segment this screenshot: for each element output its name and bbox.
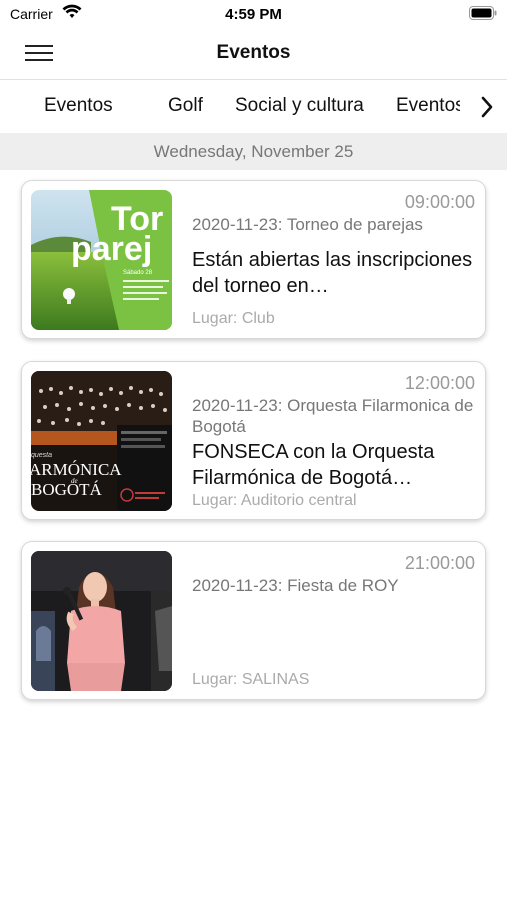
battery-icon — [469, 6, 497, 20]
svg-text:Sábado 28: Sábado 28 — [123, 270, 153, 276]
event-card[interactable]: Tor parej Sábado 28 09:00:00 2020-11-23:… — [21, 180, 486, 339]
event-thumbnail-golf: Tor parej Sábado 28 — [31, 190, 172, 330]
event-time: 12:00:00 — [404, 373, 475, 393]
status-bar: Carrier 4:59 PM — [0, 0, 507, 28]
tab-golf[interactable]: Golf — [168, 95, 203, 117]
event-location: Lugar: Club — [192, 310, 275, 327]
tab-eventos[interactable]: Eventos — [44, 95, 113, 117]
page-title: Eventos — [216, 42, 291, 63]
chevron-right-icon[interactable] — [479, 95, 495, 119]
event-thumbnail-orchestra: questa ARMÓNICA de BOGOTÁ — [31, 371, 172, 511]
status-time: 4:59 PM — [225, 6, 282, 23]
event-subtitle: 2020-11-23: Orquesta Filarmonica de Bogo… — [192, 396, 474, 436]
event-card[interactable]: questa ARMÓNICA de BOGOTÁ 12:00:00 2020-… — [21, 361, 486, 520]
category-tabs: Eventos Golf Social y cultura Eventos — [0, 81, 507, 133]
event-location: Lugar: SALINAS — [192, 671, 310, 688]
tab-eventos-2[interactable]: Eventos — [396, 95, 460, 117]
event-time: 09:00:00 — [404, 192, 475, 212]
date-section-header: Wednesday, November 25 — [0, 133, 507, 170]
svg-text:parej: parej — [71, 230, 152, 268]
event-card[interactable]: 21:00:00 2020-11-23: Fiesta de ROY Lugar… — [21, 541, 486, 700]
tab-social-y-cultura[interactable]: Social y cultura — [235, 95, 364, 117]
svg-text:BOGOTÁ: BOGOTÁ — [31, 480, 103, 499]
event-title: FONSECA con la Orquesta Filarmónica de B… — [192, 441, 435, 489]
navigation-bar: Eventos — [0, 28, 507, 80]
event-subtitle: 2020-11-23: Fiesta de ROY — [192, 576, 399, 595]
event-location: Lugar: Auditorio central — [192, 492, 357, 509]
event-subtitle: 2020-11-23: Torneo de parejas — [192, 215, 423, 234]
event-thumbnail-concert — [31, 551, 172, 691]
event-time: 21:00:00 — [404, 553, 475, 573]
event-title: Están abiertas las inscripciones del tor… — [192, 249, 473, 297]
svg-text:questa: questa — [31, 452, 52, 459]
